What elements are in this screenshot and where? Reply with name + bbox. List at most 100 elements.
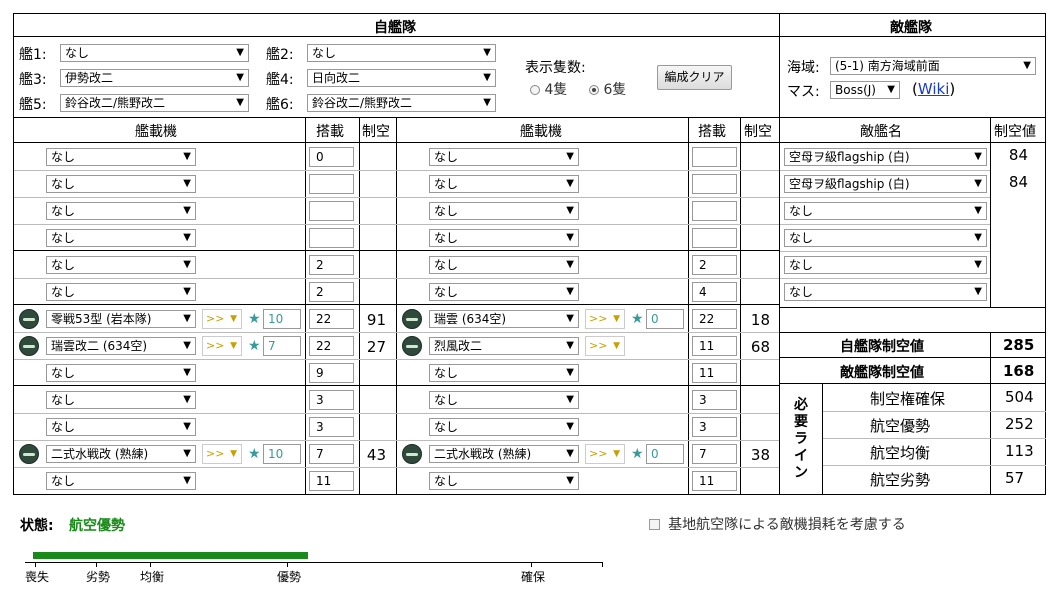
proficiency-select[interactable]: >> ▼: [585, 309, 625, 329]
improvement-input[interactable]: 0: [646, 309, 684, 329]
proficiency-select[interactable]: >> ▼: [202, 309, 242, 329]
equip-select-left[interactable]: なし ▼: [46, 256, 196, 274]
count-option-6[interactable]: 6隻: [589, 79, 626, 99]
equip-select-right[interactable]: 烈風改二 ▼: [429, 337, 579, 355]
equip-select-left[interactable]: なし ▼: [46, 229, 196, 247]
slot-input[interactable]: 11: [692, 336, 737, 356]
equip-select-left[interactable]: なし ▼: [46, 418, 196, 436]
grid-line: [688, 117, 689, 495]
slot-input[interactable]: 9: [309, 363, 354, 383]
slot-input[interactable]: 3: [692, 417, 737, 437]
slot-input[interactable]: [309, 201, 354, 221]
count-option-4[interactable]: 4隻: [530, 79, 567, 99]
equip-select-left[interactable]: なし ▼: [46, 472, 196, 490]
equip-select-left[interactable]: 二式水戦改 (熟練) ▼: [46, 445, 196, 463]
slot-input[interactable]: 22: [309, 336, 354, 356]
equip-select-right[interactable]: なし ▼: [429, 202, 579, 220]
slot-input[interactable]: 0: [309, 147, 354, 167]
row-divider: [14, 440, 779, 441]
base-air-checkbox[interactable]: 基地航空隊による敵機損耗を考慮する: [649, 514, 906, 534]
star-icon: ★: [631, 446, 644, 462]
node-select[interactable]: Boss(J) ▼: [830, 81, 900, 99]
ship-select-1[interactable]: なし ▼: [60, 44, 249, 62]
slot-input[interactable]: 3: [692, 390, 737, 410]
slot-input[interactable]: 2: [309, 282, 354, 302]
group-divider: [13, 304, 779, 305]
enemy-ship-select[interactable]: 空母ヲ級flagship (白) ▼: [784, 148, 987, 166]
equip-select-right[interactable]: なし ▼: [429, 472, 579, 490]
equip-select-right[interactable]: なし ▼: [429, 229, 579, 247]
equip-select-right[interactable]: なし ▼: [429, 175, 579, 193]
slot-input[interactable]: 4: [692, 282, 737, 302]
slot-input[interactable]: 11: [692, 471, 737, 491]
ship-select-2[interactable]: なし ▼: [307, 44, 496, 62]
slot-input[interactable]: [309, 174, 354, 194]
equip-select-left[interactable]: なし ▼: [46, 391, 196, 409]
slot-input[interactable]: 7: [309, 444, 354, 464]
slot-input[interactable]: 11: [692, 363, 737, 383]
improvement-input[interactable]: 0: [646, 444, 684, 464]
slot-input[interactable]: [692, 228, 737, 248]
slot-input[interactable]: 2: [692, 255, 737, 275]
enemy-ship-select[interactable]: 空母ヲ級flagship (白) ▼: [784, 175, 987, 193]
chevron-down-icon: ▼: [566, 178, 574, 189]
select-value: なし: [434, 204, 459, 218]
proficiency-select[interactable]: >> ▼: [202, 336, 242, 356]
slot-input[interactable]: 11: [309, 471, 354, 491]
slot-input[interactable]: [692, 201, 737, 221]
enemy-ship-select[interactable]: なし ▼: [784, 229, 987, 247]
equip-select-left[interactable]: なし ▼: [46, 148, 196, 166]
wiki-link-wrap: (Wiki): [912, 80, 956, 98]
equip-select-right[interactable]: 瑞雲 (634空) ▼: [429, 310, 579, 328]
equip-select-left[interactable]: 瑞雲改二 (634空) ▼: [46, 337, 196, 355]
proficiency-select[interactable]: >> ▼: [585, 336, 625, 356]
equip-select-right[interactable]: なし ▼: [429, 391, 579, 409]
equip-select-left[interactable]: なし ▼: [46, 283, 196, 301]
area-select[interactable]: (5-1) 南方海域前面 ▼: [830, 57, 1036, 75]
header-equip-left: 艦載機: [135, 124, 177, 140]
proficiency-select[interactable]: >> ▼: [585, 444, 625, 464]
ship-select-3[interactable]: 伊勢改二 ▼: [60, 69, 249, 87]
equip-select-right[interactable]: なし ▼: [429, 256, 579, 274]
equip-select-right[interactable]: なし ▼: [429, 148, 579, 166]
chevron-down-icon: ▼: [483, 97, 491, 108]
chevron-down-icon: ▼: [183, 286, 191, 297]
proficiency-select[interactable]: >> ▼: [202, 444, 242, 464]
slot-input[interactable]: [692, 174, 737, 194]
chevron-down-icon: ▼: [236, 47, 244, 58]
slot-input[interactable]: [309, 228, 354, 248]
equip-select-left[interactable]: 零戦53型 (岩本隊) ▼: [46, 310, 196, 328]
slot-input[interactable]: 3: [309, 417, 354, 437]
equip-select-left[interactable]: なし ▼: [46, 364, 196, 382]
slot-input[interactable]: [692, 147, 737, 167]
enemy-ship-select[interactable]: なし ▼: [784, 256, 987, 274]
select-value: なし: [789, 285, 814, 299]
improvement-input[interactable]: 10: [263, 309, 301, 329]
equip-select-left[interactable]: なし ▼: [46, 175, 196, 193]
group-divider: [13, 250, 779, 251]
select-value: なし: [51, 204, 76, 218]
chevron-down-icon: ▼: [974, 232, 982, 243]
equip-select-right[interactable]: なし ▼: [429, 283, 579, 301]
status-value: 航空優勢: [69, 518, 125, 534]
slot-input[interactable]: 7: [692, 444, 737, 464]
chevron-down-icon: ▼: [887, 84, 895, 95]
enemy-ship-select[interactable]: なし ▼: [784, 283, 987, 301]
slot-input[interactable]: 3: [309, 390, 354, 410]
improvement-input[interactable]: 10: [263, 444, 301, 464]
ship-select-6[interactable]: 鈴谷改二/熊野改二 ▼: [307, 94, 496, 112]
clear-button[interactable]: 編成クリア: [657, 65, 732, 90]
ship-select-4[interactable]: 日向改二 ▼: [307, 69, 496, 87]
equip-select-right[interactable]: なし ▼: [429, 364, 579, 382]
equip-select-right[interactable]: 二式水戦改 (熟練) ▼: [429, 445, 579, 463]
wiki-link[interactable]: Wiki: [918, 80, 950, 98]
equip-select-left[interactable]: なし ▼: [46, 202, 196, 220]
select-value: 瑞雲改二 (634空): [51, 339, 148, 353]
equip-select-right[interactable]: なし ▼: [429, 418, 579, 436]
slot-input[interactable]: 2: [309, 255, 354, 275]
enemy-ship-select[interactable]: なし ▼: [784, 202, 987, 220]
slot-input[interactable]: 22: [309, 309, 354, 329]
slot-input[interactable]: 22: [692, 309, 737, 329]
ship-select-5[interactable]: 鈴谷改二/熊野改二 ▼: [60, 94, 249, 112]
improvement-input[interactable]: 7: [263, 336, 301, 356]
